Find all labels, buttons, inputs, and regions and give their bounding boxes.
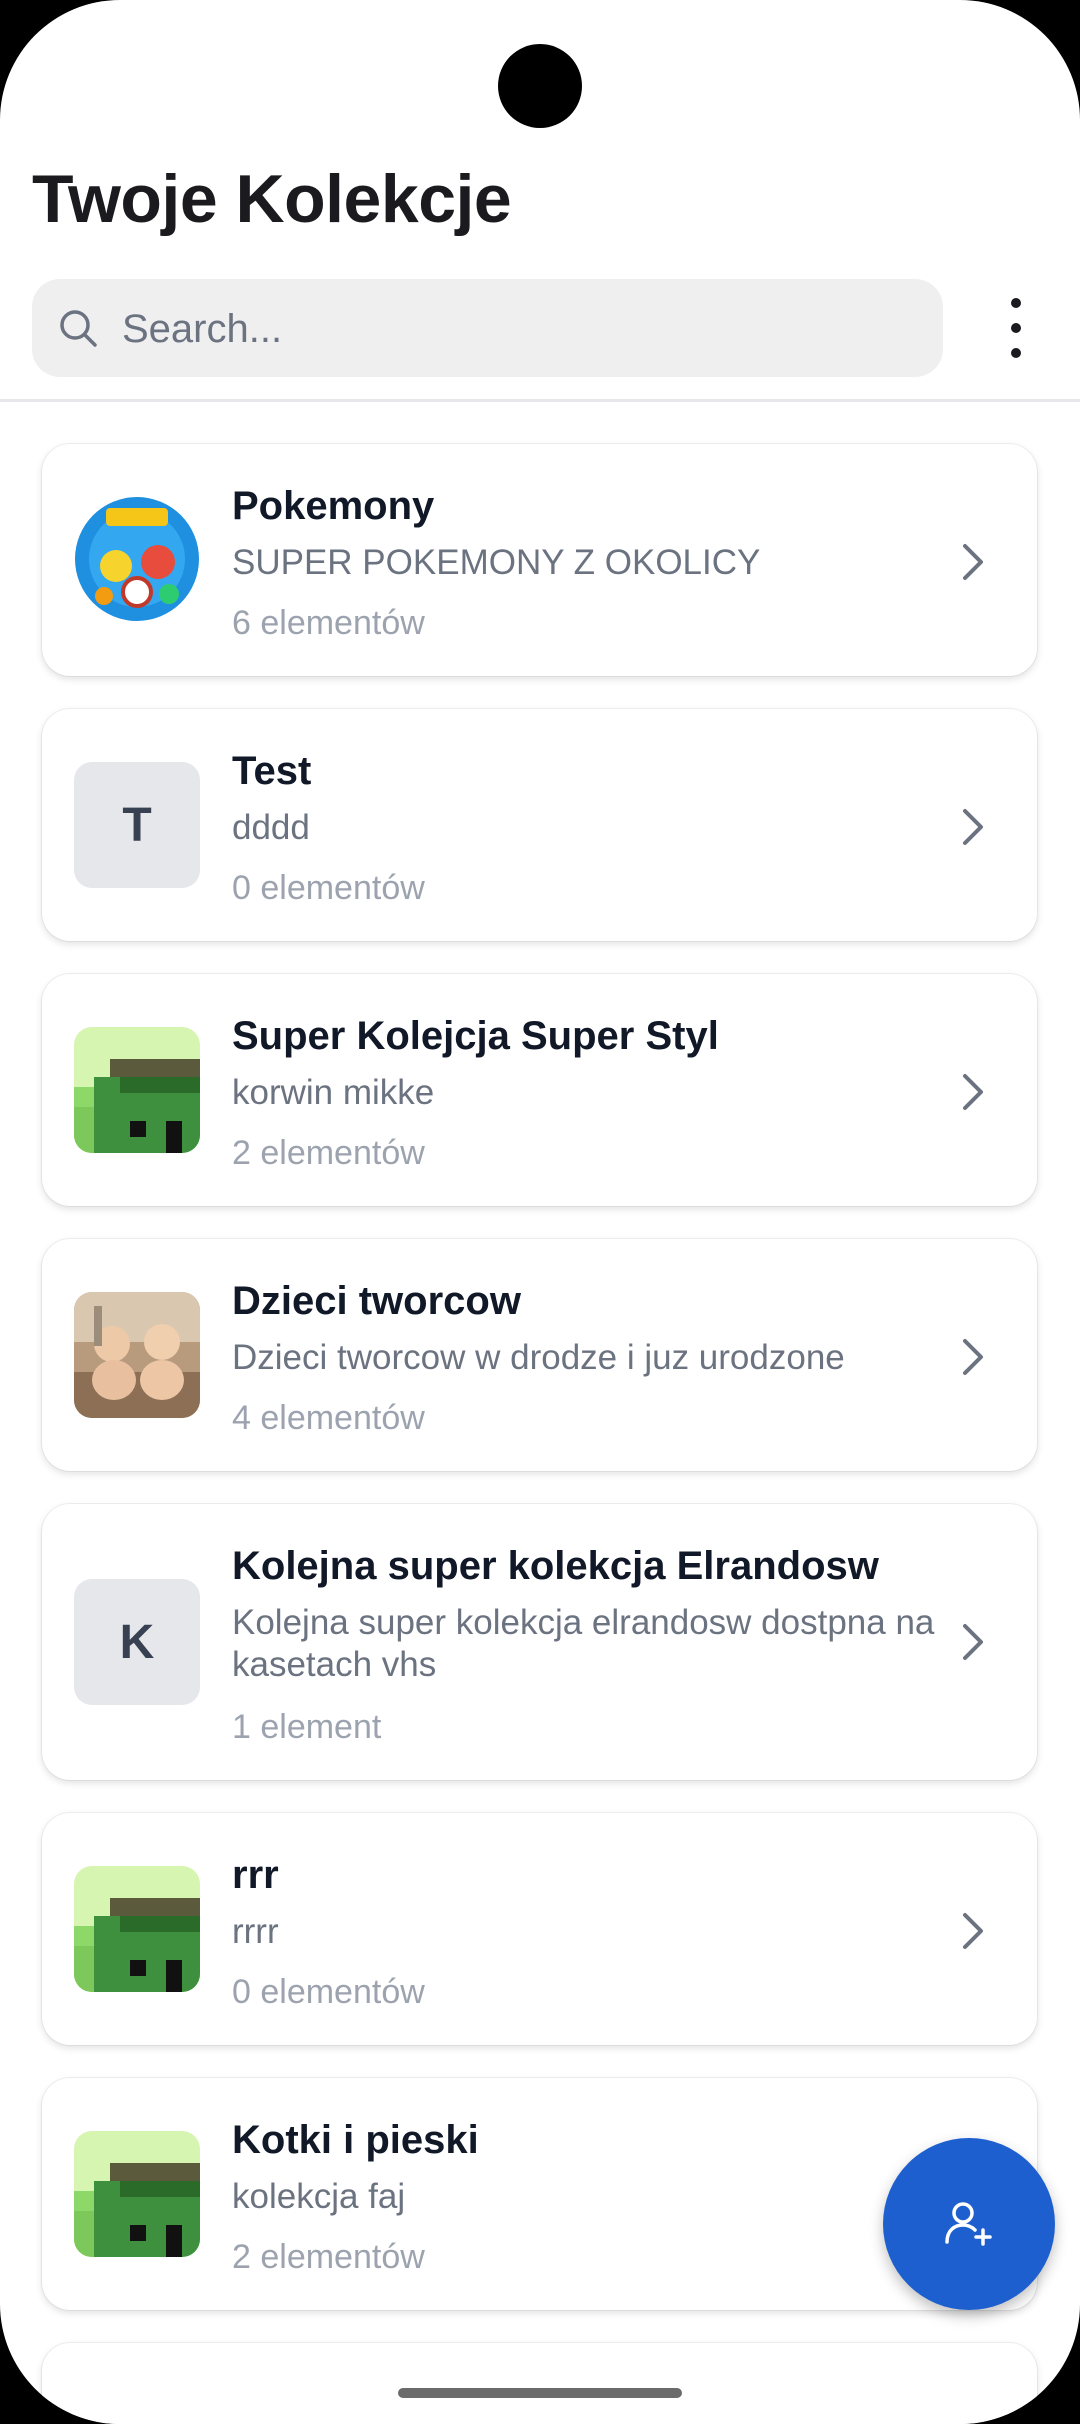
- collection-name: rrr: [232, 1853, 279, 1897]
- pokemon-image: [74, 496, 200, 622]
- header-divider: [0, 399, 1080, 402]
- home-indicator[interactable]: [398, 2388, 682, 2398]
- collection-count: 4 elementów: [232, 1399, 425, 1437]
- collection-card[interactable]: Dzieci tworcow Dzieci tworcow w drodze i…: [42, 1239, 1037, 1471]
- pixel-art-image: [74, 2131, 200, 2257]
- more-options-button[interactable]: [992, 298, 1040, 358]
- collection-description: SUPER POKEMONY Z OKOLICY: [232, 543, 761, 582]
- collection-name: Kolejna super kolekcja Elrandosw: [232, 1544, 879, 1588]
- collection-thumbnail: [74, 496, 200, 622]
- collection-card[interactable]: Super Kolejcja Super Styl korwin mikke 2…: [42, 974, 1037, 1206]
- collection-count: 1 element: [232, 1708, 382, 1746]
- chevron-right-icon: [963, 1339, 983, 1375]
- chevron-right-icon: [963, 1074, 983, 1110]
- collection-name: Test: [232, 749, 312, 793]
- collection-description: kolekcja faj: [232, 2177, 406, 2216]
- collection-description: rrrr: [232, 1912, 279, 1951]
- collection-card[interactable]: [42, 2343, 1037, 2424]
- collection-card[interactable]: K Kolejna super kolekcja Elrandosw Kolej…: [42, 1504, 1037, 1780]
- collection-description: dddd: [232, 808, 310, 847]
- collection-thumbnail: [74, 1292, 200, 1418]
- chevron-right-icon: [963, 809, 983, 845]
- collection-description: korwin mikke: [232, 1073, 435, 1112]
- collection-name: Pokemony: [232, 484, 435, 528]
- search-input[interactable]: [120, 279, 924, 379]
- chevron-right-icon: [963, 1624, 983, 1660]
- pixel-art-image: [74, 1866, 200, 1992]
- collection-letter-thumbnail: T: [74, 762, 200, 888]
- add-user-icon: [945, 2202, 992, 2246]
- collection-name: Super Kolejcja Super Styl: [232, 1014, 719, 1058]
- collection-thumbnail: [74, 2131, 200, 2257]
- collection-thumbnail: [74, 1866, 200, 1992]
- add-collaborator-fab[interactable]: [883, 2138, 1055, 2310]
- chevron-right-icon: [963, 544, 983, 580]
- collection-count: 2 elementów: [232, 1134, 425, 1172]
- more-vertical-icon: [1011, 298, 1021, 308]
- collection-name: Kotki i pieski: [232, 2118, 479, 2162]
- app-screen: Twoje Kolekcje Pokemon: [0, 0, 1080, 2424]
- collection-count: 0 elementów: [232, 1973, 425, 2011]
- page-title: Twoje Kolekcje: [32, 161, 512, 237]
- collection-card[interactable]: rrr rrrr 0 elementów: [42, 1813, 1037, 2045]
- collection-name: Dzieci tworcow: [232, 1279, 521, 1323]
- collection-count: 6 elementów: [232, 604, 425, 642]
- photo-image: [74, 1292, 200, 1418]
- search-icon: [60, 310, 97, 347]
- collection-card[interactable]: Pokemony SUPER POKEMONY Z OKOLICY 6 elem…: [42, 444, 1037, 676]
- pixel-art-image: [74, 1027, 200, 1153]
- collection-thumbnail: [74, 1027, 200, 1153]
- chevron-right-icon: [963, 1913, 983, 1949]
- collection-card[interactable]: T Test dddd 0 elementów: [42, 709, 1037, 941]
- camera-cutout: [498, 44, 582, 128]
- collection-letter-thumbnail: K: [74, 1579, 200, 1705]
- search-bar[interactable]: [32, 279, 943, 379]
- collection-count: 2 elementów: [232, 2238, 425, 2276]
- collection-count: 0 elementów: [232, 869, 425, 907]
- collection-description: Kolejna super kolekcja elrandosw dostpna…: [232, 1603, 935, 1684]
- collection-description: Dzieci tworcow w drodze i juz urodzone: [232, 1338, 845, 1377]
